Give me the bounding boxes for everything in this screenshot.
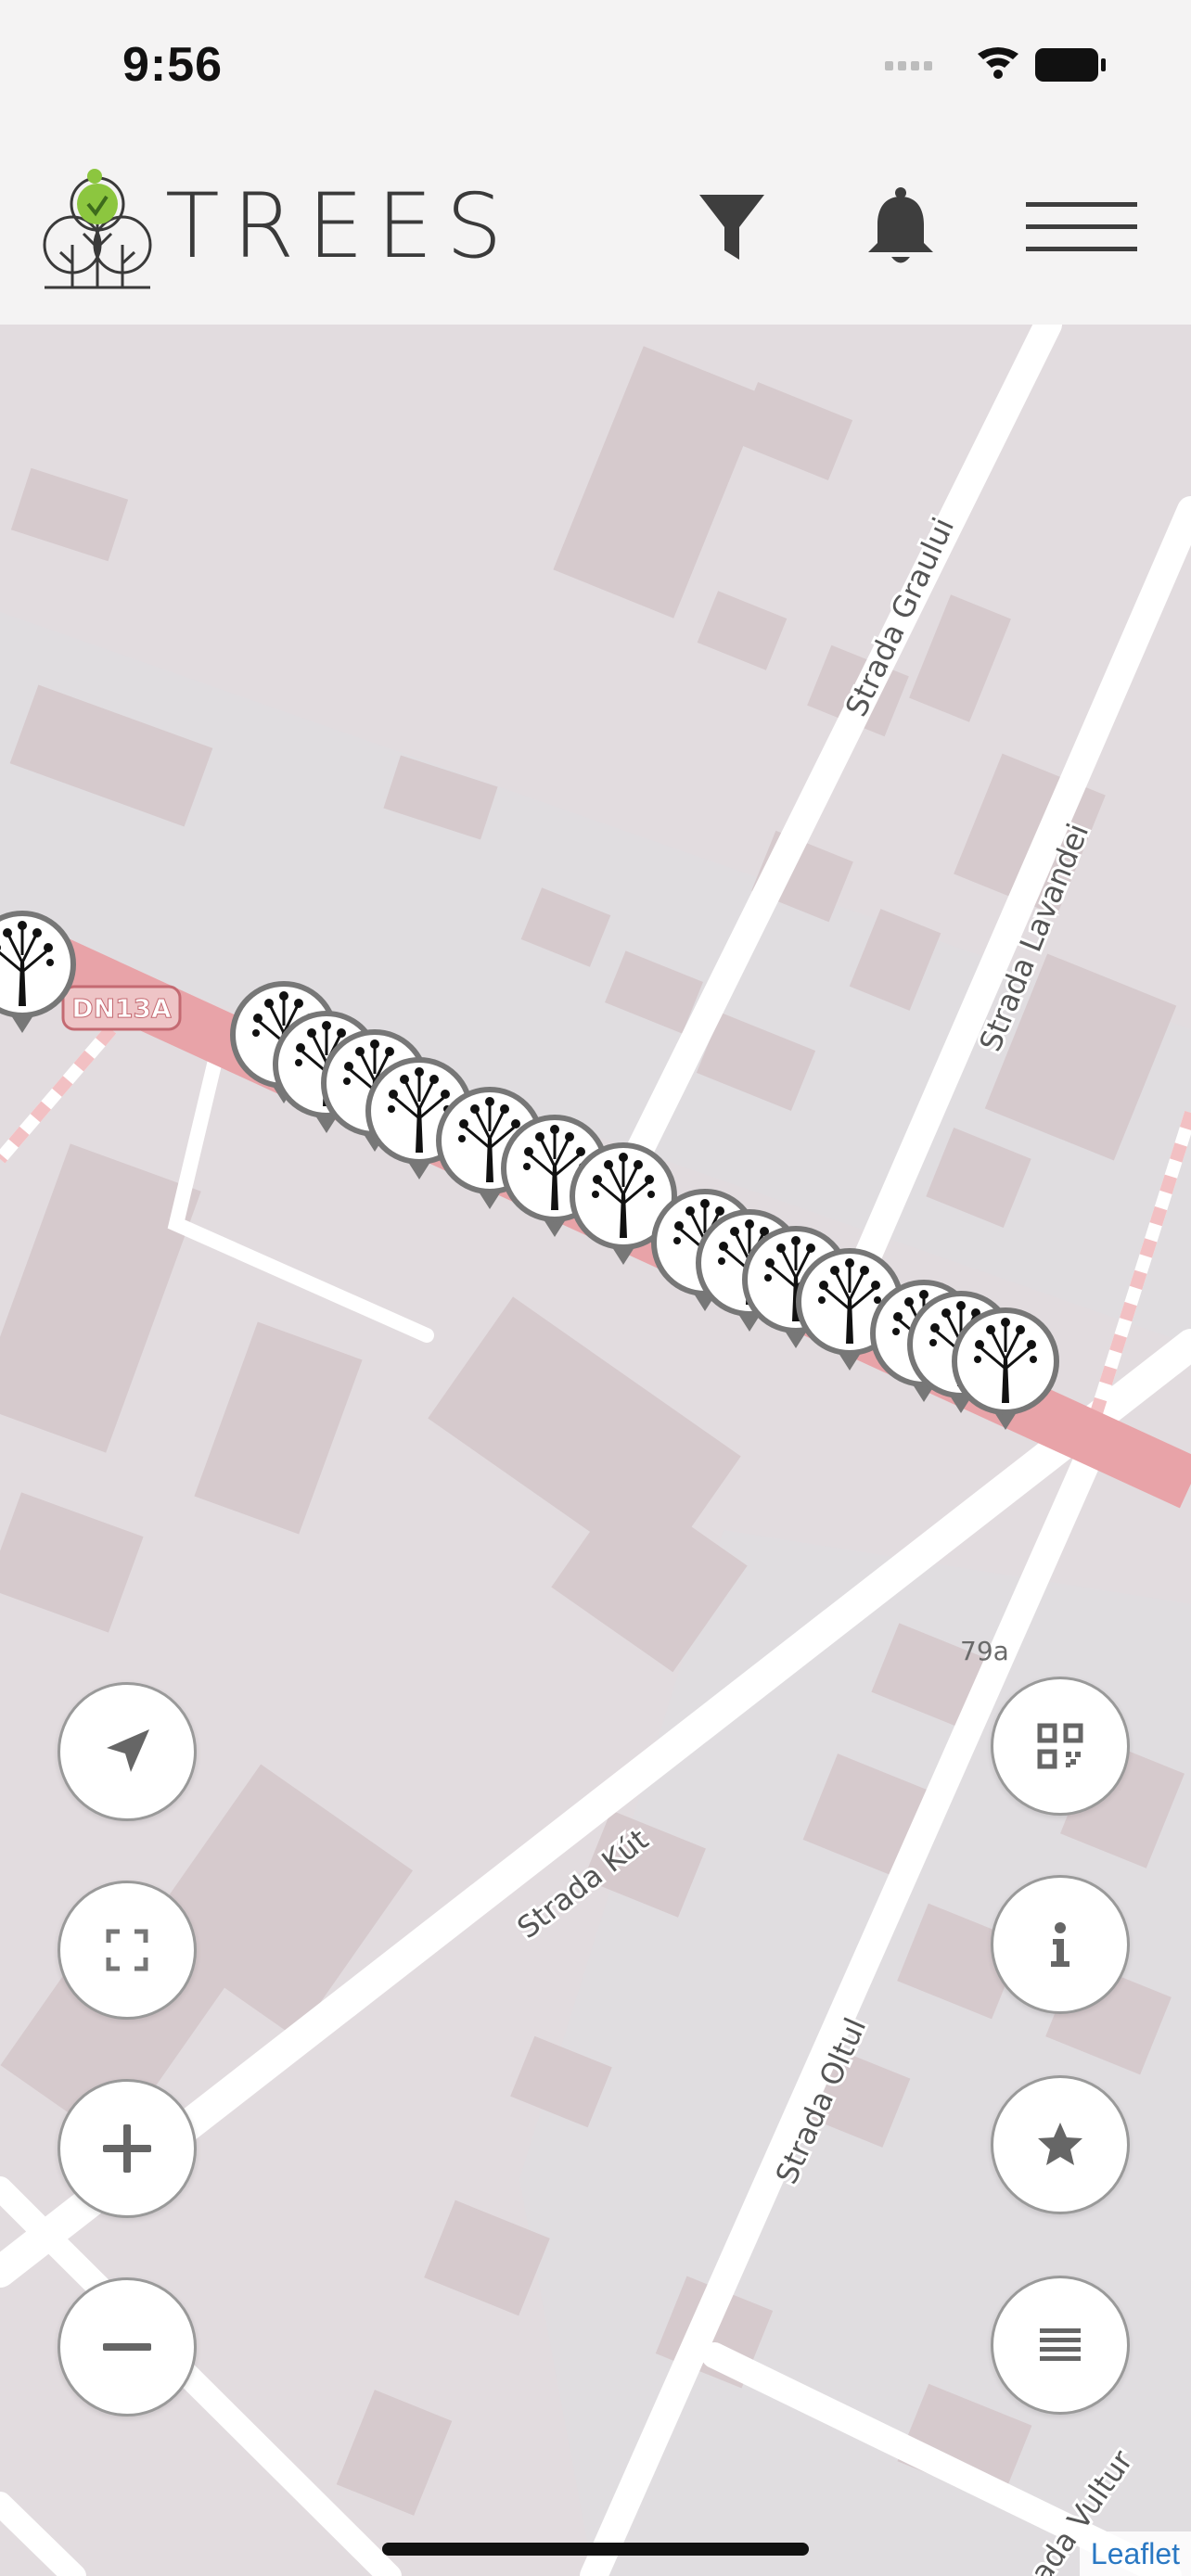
zoom-out-button[interactable] [58, 2277, 197, 2417]
minus-icon [103, 2343, 151, 2351]
map[interactable]: Strada Graului Strada Lavandei Strada Kú… [0, 325, 1191, 2576]
qr-code-button[interactable] [991, 1677, 1130, 1816]
tree-marker[interactable] [0, 911, 76, 1033]
leaflet-attribution-link[interactable]: Leaflet [1079, 2531, 1191, 2576]
fullscreen-icon [106, 1929, 148, 1971]
navigation-arrow-icon [107, 1729, 149, 1772]
bell-icon [868, 187, 933, 263]
star-icon [1038, 2123, 1082, 2165]
qr-code-icon [1037, 1723, 1083, 1769]
status-bar: 9:56 [0, 0, 1191, 130]
info-button[interactable] [991, 1875, 1130, 2014]
status-icons [885, 47, 1106, 82]
info-icon [1051, 1922, 1069, 1967]
zoom-in-button[interactable] [58, 2079, 197, 2218]
wifi-icon [978, 47, 1018, 79]
plus-icon [103, 2124, 151, 2173]
list-button[interactable] [991, 2276, 1130, 2415]
app-header: TREES [0, 130, 1191, 325]
favorites-button[interactable] [991, 2075, 1130, 2214]
hamburger-menu-icon [1026, 202, 1137, 251]
filter-button[interactable] [690, 185, 774, 269]
filter-icon [699, 195, 764, 260]
status-time: 9:56 [122, 38, 224, 92]
battery-icon [1035, 48, 1106, 82]
tree-marker[interactable] [952, 1307, 1059, 1430]
tree-markers [0, 911, 1059, 1430]
trees-logo [43, 169, 152, 289]
app-title: TREES [165, 174, 516, 278]
list-icon [1040, 2328, 1081, 2361]
home-indicator [382, 2543, 809, 2556]
menu-button[interactable] [1024, 185, 1141, 269]
fullscreen-button[interactable] [58, 1881, 197, 2020]
notifications-button[interactable] [859, 185, 942, 269]
signal-icon [885, 61, 932, 70]
locate-button[interactable] [58, 1682, 197, 1821]
